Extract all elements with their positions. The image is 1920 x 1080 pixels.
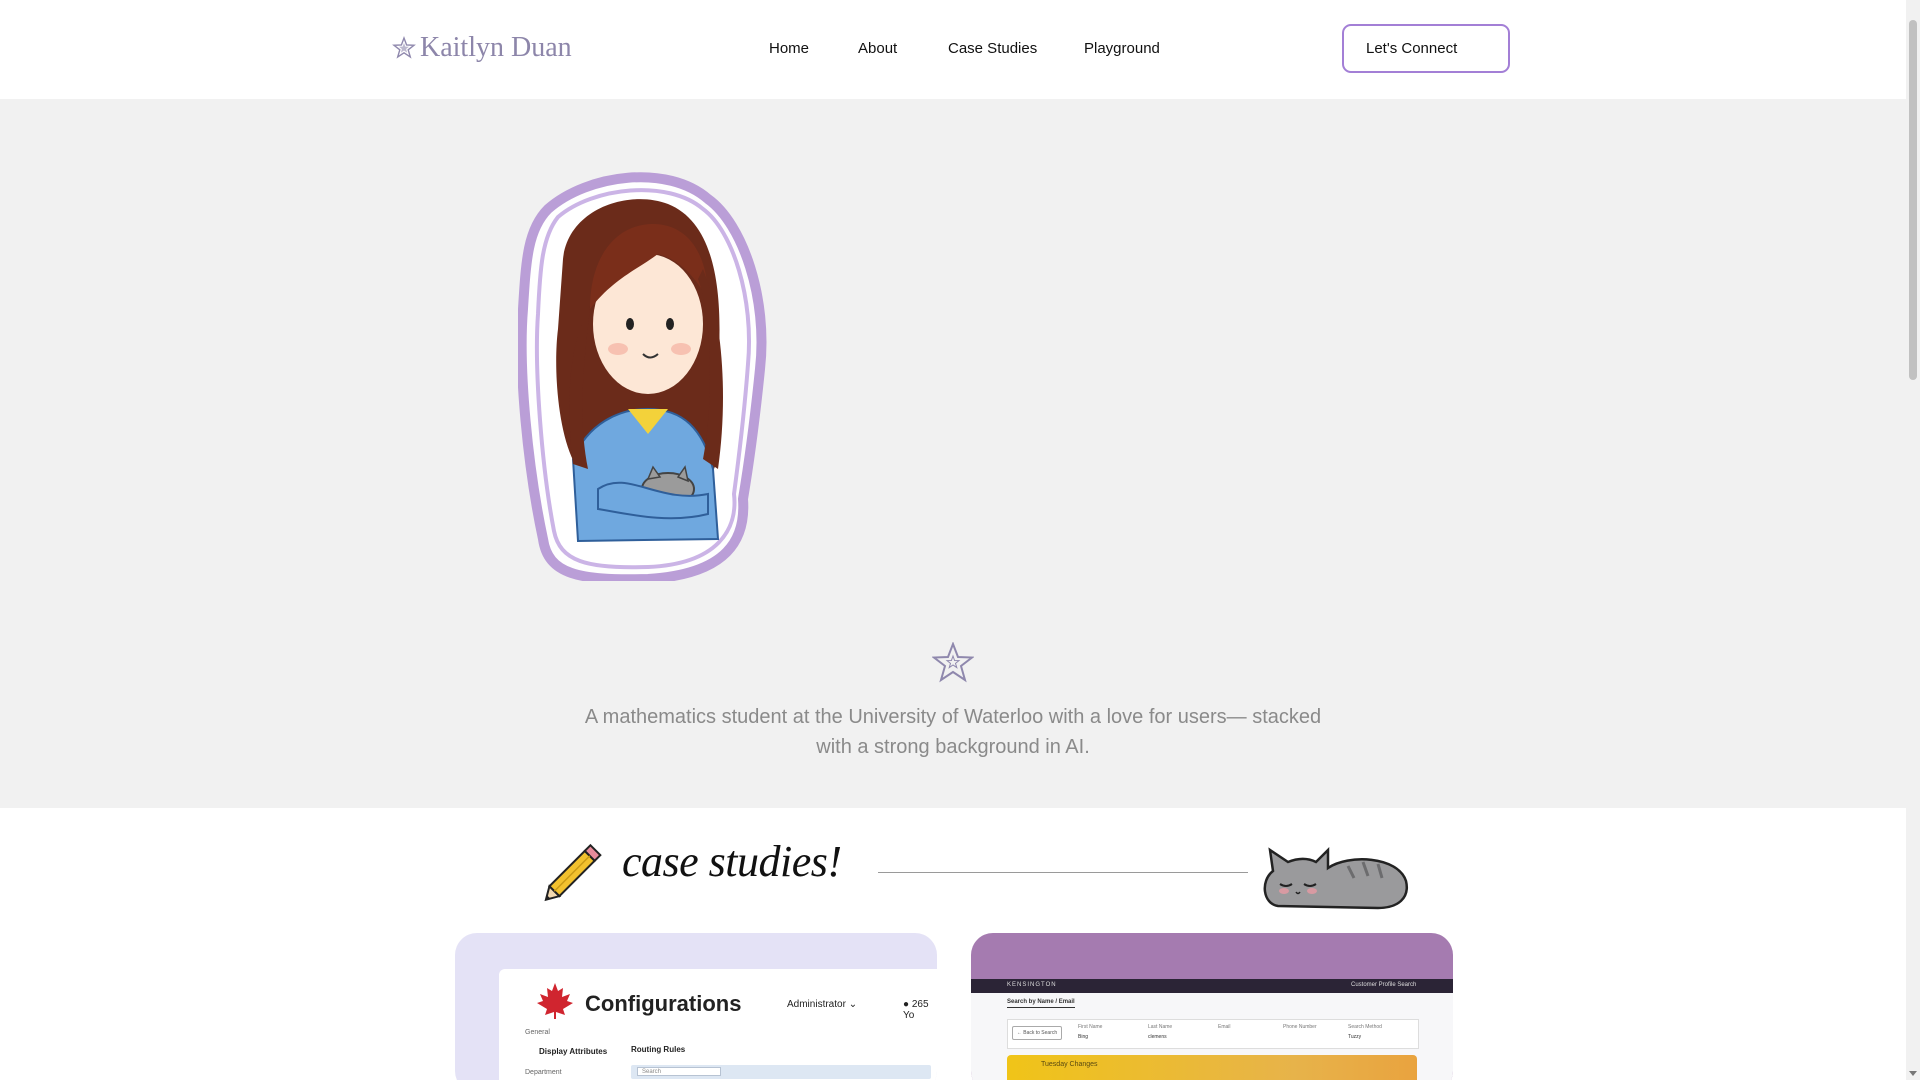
scroll-down-arrow[interactable] <box>1909 1071 1917 1076</box>
case-study-card-kensington[interactable]: KENSINGTON Customer Profile Search Searc… <box>971 933 1453 1080</box>
kensington-screenshot: KENSINGTON Customer Profile Search Searc… <box>971 979 1453 1080</box>
field-label: Phone Number <box>1283 1024 1317 1030</box>
hero-section: A mathematics student at the University … <box>0 99 1906 808</box>
back-to-search-button: ← Back to Search <box>1012 1026 1062 1040</box>
site-header: Kaitlyn Duan Home About Case Studies Pla… <box>0 0 1906 99</box>
case-studies-title: case studies! <box>622 837 842 886</box>
kensington-banner: Tuesday Changes <box>1007 1055 1417 1080</box>
location-label: ● 265 Yo <box>903 999 929 1021</box>
search-tab: Search by Name / Email <box>1007 999 1075 1008</box>
lets-connect-button[interactable]: Let's Connect <box>1342 24 1510 73</box>
page: Kaitlyn Duan Home About Case Studies Pla… <box>0 0 1906 1080</box>
role-select: Administrator ⌄ <box>787 999 858 1010</box>
kensington-brand: KENSINGTON <box>1007 982 1057 988</box>
field-label: First Name <box>1078 1024 1103 1030</box>
star-logo-icon <box>392 36 416 59</box>
configurations-title: Configurations <box>585 991 742 1016</box>
search-box: Search <box>637 1067 721 1076</box>
avatar-illustration <box>518 172 767 581</box>
page-scrollbar[interactable] <box>1906 0 1920 1080</box>
nav-about[interactable]: About <box>858 40 897 57</box>
profile-search-title: Customer Profile Search <box>1351 982 1417 988</box>
field-label: Last Name <box>1148 1024 1173 1030</box>
routing-rules-label: Routing Rules <box>631 1045 686 1054</box>
field-label: Email <box>1218 1024 1231 1030</box>
title-divider <box>878 872 1248 873</box>
hero-tagline: A mathematics student at the University … <box>584 706 1322 758</box>
nav-case-studies[interactable]: Case Studies <box>948 40 1037 57</box>
field-label: Search Method <box>1348 1024 1382 1030</box>
search-bar: Search <box>631 1065 931 1079</box>
chevron-down-icon: ⌄ <box>848 999 858 1010</box>
location-pin-icon: ● <box>903 999 910 1010</box>
field-value: Bing <box>1078 1034 1089 1040</box>
banner-text: Tuesday Changes <box>1041 1061 1098 1068</box>
pencil-icon <box>544 843 602 902</box>
nav-home[interactable]: Home <box>769 40 809 57</box>
search-form: ← Back to Search First Name Bing Last Na… <box>1007 1019 1419 1049</box>
general-label: General <box>525 1029 550 1036</box>
nav-playground[interactable]: Playground <box>1084 40 1160 57</box>
logo[interactable]: Kaitlyn Duan <box>392 30 572 66</box>
sleeping-cat-icon <box>1263 846 1409 910</box>
kensington-topbar: KENSINGTON Customer Profile Search <box>971 979 1453 993</box>
maple-leaf-icon <box>537 983 573 1019</box>
department-label: Department <box>525 1069 562 1076</box>
case-study-card-configurations[interactable]: Configurations Administrator ⌄ ● 265 Yo … <box>455 933 937 1080</box>
display-attributes-label: Display Attributes <box>539 1047 608 1056</box>
case-studies-section: case studies! Configurations Administrat… <box>0 808 1906 1080</box>
field-value: Tuzzy <box>1348 1034 1362 1040</box>
field-value: clemens <box>1148 1034 1167 1040</box>
star-divider-icon <box>932 642 974 683</box>
scrollbar-thumb[interactable] <box>1909 20 1917 380</box>
configurations-screenshot: Configurations Administrator ⌄ ● 265 Yo … <box>499 969 937 1080</box>
logo-text: Kaitlyn Duan <box>420 32 572 63</box>
